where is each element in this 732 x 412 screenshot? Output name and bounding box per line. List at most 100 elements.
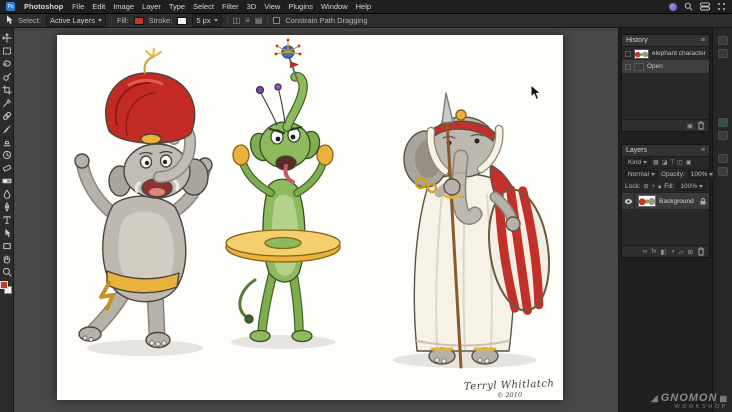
pen-tool[interactable] bbox=[1, 200, 13, 213]
elephant-figure-warrior bbox=[403, 92, 550, 369]
spot-healing-tool[interactable] bbox=[1, 109, 13, 122]
menu-edit[interactable]: Edit bbox=[88, 2, 109, 11]
blend-mode-dropdown[interactable]: Normal bbox=[625, 170, 658, 179]
layer-group-icon[interactable]: ▱ bbox=[679, 248, 684, 256]
menu-image[interactable]: Image bbox=[109, 2, 138, 11]
opacity-dropdown[interactable]: 100% bbox=[687, 170, 717, 179]
adjustment-layer-icon[interactable]: ◑ bbox=[671, 248, 675, 255]
stroke-swatch[interactable] bbox=[177, 16, 188, 25]
new-snapshot-icon[interactable]: ▣ bbox=[687, 122, 693, 130]
path-operations-icon[interactable]: ◫ bbox=[233, 16, 241, 25]
panel-menu-icon[interactable]: ≡ bbox=[701, 37, 705, 44]
app-name[interactable]: Photoshop bbox=[19, 2, 68, 11]
layer-row-background[interactable]: Background bbox=[622, 193, 709, 209]
blur-tool[interactable] bbox=[1, 187, 13, 200]
filter-smart-object-icon[interactable]: ▣ bbox=[686, 159, 692, 166]
menu-select[interactable]: Select bbox=[189, 2, 218, 11]
delete-state-icon[interactable] bbox=[697, 121, 705, 130]
hand-tool[interactable] bbox=[1, 252, 13, 265]
search-icon[interactable] bbox=[684, 2, 693, 11]
path-arrangement-icon[interactable]: ▤ bbox=[255, 16, 263, 25]
zoom-tool[interactable] bbox=[1, 265, 13, 278]
history-panel-title: History bbox=[626, 37, 648, 44]
canvas-artwork bbox=[74, 38, 550, 369]
eraser-tool[interactable] bbox=[1, 161, 13, 174]
filter-shape-icon[interactable]: ◫ bbox=[677, 159, 683, 166]
visibility-cell[interactable] bbox=[622, 193, 635, 209]
background-lock-icon bbox=[700, 197, 706, 204]
new-layer-icon[interactable]: ⊞ bbox=[688, 248, 693, 256]
collapsed-panel-strip bbox=[712, 28, 732, 412]
chevron-down-icon bbox=[97, 19, 102, 22]
history-state-row[interactable]: Open bbox=[622, 60, 709, 73]
panel-menu-icon[interactable]: ≡ bbox=[701, 147, 705, 154]
select-label: Select: bbox=[18, 16, 41, 25]
crop-tool[interactable] bbox=[1, 83, 13, 96]
filter-type-icon[interactable]: T bbox=[670, 160, 674, 166]
layers-filter-row: Kind ▦ ◪ T ◫ ▣ bbox=[622, 157, 709, 169]
menu-3d[interactable]: 3D bbox=[243, 2, 261, 11]
fill-swatch[interactable] bbox=[133, 16, 144, 25]
options-divider bbox=[267, 15, 269, 26]
filter-adjustment-icon[interactable]: ◪ bbox=[662, 159, 668, 166]
menu-type[interactable]: Type bbox=[165, 2, 189, 11]
rectangular-marquee-tool[interactable] bbox=[1, 44, 13, 57]
chevron-down-icon bbox=[643, 161, 648, 164]
quick-selection-tool[interactable] bbox=[1, 70, 13, 83]
collapsed-properties-panel-icon[interactable] bbox=[717, 154, 728, 163]
layer-style-icon[interactable]: fx bbox=[651, 248, 656, 255]
menu-view[interactable]: View bbox=[260, 2, 284, 11]
layer-mask-icon[interactable]: ◧ bbox=[660, 248, 666, 256]
layers-blend-row: Normal Opacity: 100% bbox=[622, 169, 717, 181]
path-selection-tool-icon[interactable] bbox=[5, 15, 13, 27]
eyedropper-tool[interactable] bbox=[1, 96, 13, 109]
siri-icon[interactable] bbox=[669, 2, 677, 11]
stroke-width-dropdown[interactable]: 5 px bbox=[192, 14, 222, 27]
menu-plugins[interactable]: Plugins bbox=[284, 2, 317, 11]
switcher-icon[interactable] bbox=[717, 2, 726, 11]
gradient-tool[interactable] bbox=[1, 174, 13, 187]
watermark-line2: WORKSHOP bbox=[674, 404, 728, 411]
lock-all-icon[interactable] bbox=[658, 183, 662, 190]
brush-tool[interactable] bbox=[1, 122, 13, 135]
collapsed-libraries-panel-icon[interactable] bbox=[717, 118, 728, 127]
select-mode-dropdown[interactable]: Active Layers bbox=[45, 14, 106, 27]
lock-pixels-icon[interactable]: ⊞ bbox=[644, 183, 649, 190]
lock-position-icon[interactable]: + bbox=[652, 184, 656, 190]
menu-layer[interactable]: Layer bbox=[138, 2, 165, 11]
control-center-icon[interactable] bbox=[700, 2, 710, 11]
options-bar: Select: Active Layers Fill: Stroke: 5 px… bbox=[0, 14, 732, 28]
menu-filter[interactable]: Filter bbox=[218, 2, 243, 11]
move-tool[interactable] bbox=[1, 31, 13, 44]
collapsed-adjustments-panel-icon[interactable] bbox=[717, 131, 728, 140]
history-brush-tool[interactable] bbox=[1, 148, 13, 161]
type-tool[interactable] bbox=[1, 213, 13, 226]
photoshop-app-icon[interactable]: Ps bbox=[6, 2, 15, 11]
document-canvas[interactable]: Terryl Whitlatch © 2010 bbox=[57, 35, 563, 400]
history-brush-source-icon[interactable] bbox=[625, 63, 631, 70]
canvas-workspace[interactable]: Terryl Whitlatch © 2010 bbox=[14, 28, 618, 412]
layer-thumbnail[interactable] bbox=[638, 195, 656, 207]
color-swatches[interactable] bbox=[0, 281, 13, 295]
history-brush-source-icon[interactable] bbox=[625, 50, 631, 57]
history-snapshot-row[interactable]: elephant characters.jpeg bbox=[622, 47, 709, 60]
menu-window[interactable]: Window bbox=[317, 2, 352, 11]
collapsed-brushes-panel-icon[interactable] bbox=[717, 167, 728, 176]
delete-layer-icon[interactable] bbox=[697, 247, 705, 256]
collapsed-color-panel-icon[interactable] bbox=[717, 36, 728, 45]
constrain-path-checkbox[interactable] bbox=[273, 17, 281, 24]
collapsed-swatches-panel-icon[interactable] bbox=[717, 49, 728, 58]
menu-file[interactable]: File bbox=[68, 2, 88, 11]
watermark-grid-icon: ▦ bbox=[719, 394, 728, 404]
path-alignment-icon[interactable]: ≡ bbox=[245, 16, 250, 25]
path-selection-tool[interactable] bbox=[1, 226, 13, 239]
filter-kind-dropdown[interactable]: Kind bbox=[625, 158, 651, 167]
menu-help[interactable]: Help bbox=[352, 2, 375, 11]
link-layers-icon[interactable]: ∞ bbox=[643, 248, 648, 255]
rectangle-shape-tool[interactable] bbox=[1, 239, 13, 252]
clone-stamp-tool[interactable] bbox=[1, 135, 13, 148]
foreground-color-swatch[interactable] bbox=[0, 281, 8, 289]
fill-dropdown[interactable]: 100% bbox=[677, 182, 706, 191]
lasso-tool[interactable] bbox=[1, 57, 13, 70]
filter-pixel-icon[interactable]: ▦ bbox=[653, 159, 659, 166]
